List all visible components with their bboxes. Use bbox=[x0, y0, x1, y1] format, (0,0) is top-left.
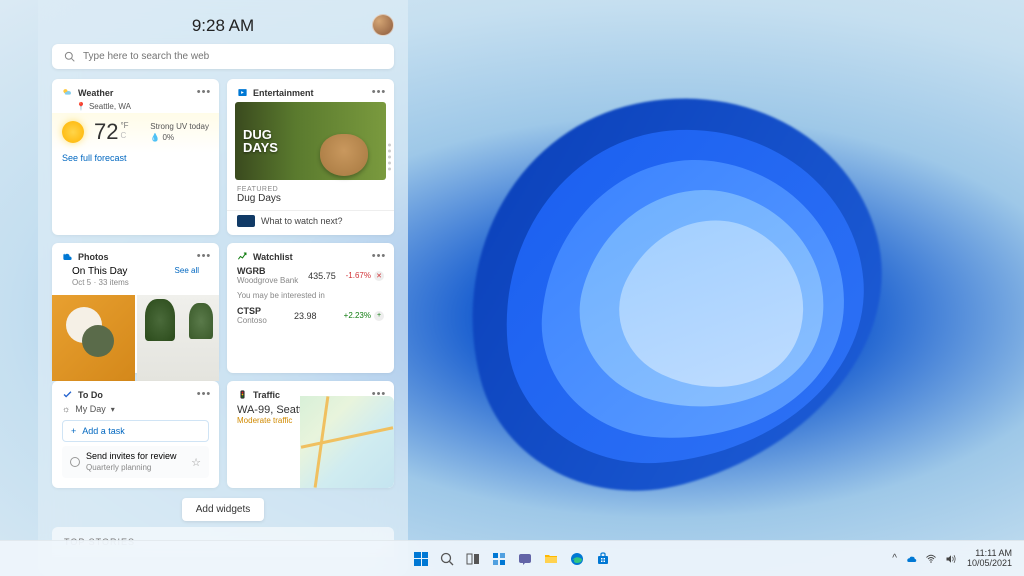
pin-icon: 📍 bbox=[76, 102, 86, 111]
carousel-dots[interactable] bbox=[388, 144, 391, 171]
todo-myday-selector[interactable]: ☼ My Day ▾ bbox=[62, 404, 209, 414]
panel-clock: 9:28 AM bbox=[52, 16, 394, 36]
traffic-icon bbox=[237, 389, 248, 400]
sun-icon bbox=[62, 121, 84, 143]
taskbar: ^ 11:11 AM 10/05/2021 bbox=[0, 540, 1024, 576]
file-explorer-icon[interactable] bbox=[541, 549, 561, 569]
sun-outline-icon: ☼ bbox=[62, 404, 70, 414]
taskbar-search-icon[interactable] bbox=[437, 549, 457, 569]
desktop-wallpaper bbox=[344, 60, 964, 540]
photos-widget[interactable]: ••• Photos On This Day Oct 5 · 33 items … bbox=[52, 243, 219, 373]
traffic-map-thumbnail[interactable] bbox=[300, 396, 394, 488]
widgets-taskbar-icon[interactable] bbox=[489, 549, 509, 569]
weather-temp: 72°FC bbox=[94, 119, 129, 145]
tray-overflow-icon[interactable]: ^ bbox=[892, 553, 897, 565]
edge-icon[interactable] bbox=[567, 549, 587, 569]
todo-checkbox[interactable] bbox=[70, 457, 80, 467]
watchlist-more-button[interactable]: ••• bbox=[370, 249, 388, 263]
watchlist-row-wgrb[interactable]: WGRBWoodgrove Bank 435.75 -1.67%✕ bbox=[237, 266, 384, 285]
wifi-tray-icon[interactable] bbox=[925, 553, 937, 565]
weather-precip: 💧 0% bbox=[150, 132, 209, 143]
photo-thumbnail-2[interactable] bbox=[137, 295, 220, 381]
store-icon[interactable] bbox=[593, 549, 613, 569]
watchlist-hint: You may be interested in bbox=[237, 291, 384, 300]
weather-condition: Strong UV today bbox=[150, 121, 209, 132]
entertainment-icon bbox=[237, 87, 248, 98]
entertainment-overlay-title: DUG DAYS bbox=[243, 128, 278, 154]
traffic-title: Traffic bbox=[253, 390, 280, 400]
todo-add-task[interactable]: + Add a task bbox=[62, 420, 209, 442]
disney-plus-icon bbox=[237, 215, 255, 227]
plus-icon: + bbox=[71, 426, 76, 436]
user-avatar[interactable] bbox=[372, 14, 394, 36]
watchlist-row-ctsp[interactable]: CTSPContoso 23.98 +2.23%+ bbox=[237, 306, 384, 325]
watchlist-title: Watchlist bbox=[253, 252, 293, 262]
droplet-icon: 💧 bbox=[150, 133, 160, 142]
entertainment-name: Dug Days bbox=[227, 193, 394, 210]
entertainment-widget[interactable]: ••• Entertainment DUG DAYS FEATURED Dug … bbox=[227, 79, 394, 235]
photos-title: Photos bbox=[78, 252, 109, 262]
todo-icon bbox=[62, 389, 73, 400]
system-clock[interactable]: 11:11 AM 10/05/2021 bbox=[967, 549, 1012, 569]
add-widgets-button[interactable]: Add widgets bbox=[182, 498, 264, 521]
search-input[interactable] bbox=[83, 51, 382, 62]
photos-date: Oct 5 bbox=[72, 278, 91, 287]
star-icon[interactable]: ☆ bbox=[191, 456, 201, 469]
weather-forecast-link[interactable]: See full forecast bbox=[62, 153, 209, 163]
weather-title: Weather bbox=[78, 88, 113, 98]
todo-task-item[interactable]: Send invites for review Quarterly planni… bbox=[62, 446, 209, 478]
watchlist-widget[interactable]: ••• Watchlist WGRBWoodgrove Bank 435.75 … bbox=[227, 243, 394, 373]
entertainment-thumbnail[interactable]: DUG DAYS bbox=[235, 102, 386, 180]
entertainment-title: Entertainment bbox=[253, 88, 314, 98]
todo-widget[interactable]: ••• To Do ☼ My Day ▾ + Add a task bbox=[52, 381, 219, 488]
entertainment-more-button[interactable]: ••• bbox=[370, 85, 388, 99]
watchlist-icon bbox=[237, 251, 248, 262]
onedrive-tray-icon[interactable] bbox=[905, 553, 917, 565]
todo-task-subtitle: Quarterly planning bbox=[86, 463, 185, 473]
dog-face-graphic bbox=[320, 134, 368, 176]
photos-see-all-link[interactable]: See all bbox=[175, 266, 199, 287]
chevron-down-icon: ▾ bbox=[111, 405, 115, 414]
photos-icon bbox=[62, 251, 73, 262]
task-view-icon[interactable] bbox=[463, 549, 483, 569]
weather-icon bbox=[62, 87, 73, 98]
photo-thumbnail-1[interactable] bbox=[52, 295, 135, 381]
todo-task-title: Send invites for review bbox=[86, 451, 185, 463]
add-icon[interactable]: + bbox=[374, 311, 384, 321]
entertainment-label: FEATURED bbox=[227, 180, 394, 193]
weather-location: 📍Seattle, WA bbox=[76, 102, 209, 111]
entertainment-footer-text[interactable]: What to watch next? bbox=[261, 216, 343, 226]
volume-tray-icon[interactable] bbox=[945, 553, 957, 565]
unpin-icon[interactable]: ✕ bbox=[374, 271, 384, 281]
todo-title: To Do bbox=[78, 390, 103, 400]
search-box[interactable] bbox=[52, 44, 394, 69]
traffic-widget[interactable]: ••• Traffic WA-99, Seattle Moderate traf… bbox=[227, 381, 394, 488]
widgets-panel: 9:28 AM ••• Weather 📍Seattle, WA 72°FC S… bbox=[38, 0, 408, 576]
photos-count: 33 items bbox=[99, 278, 129, 287]
photos-more-button[interactable]: ••• bbox=[195, 249, 213, 263]
weather-widget[interactable]: ••• Weather 📍Seattle, WA 72°FC Strong UV… bbox=[52, 79, 219, 235]
start-button[interactable] bbox=[411, 549, 431, 569]
weather-more-button[interactable]: ••• bbox=[195, 85, 213, 99]
search-icon bbox=[64, 51, 75, 62]
todo-more-button[interactable]: ••• bbox=[195, 387, 213, 401]
photos-heading: On This Day bbox=[72, 266, 129, 277]
chat-icon[interactable] bbox=[515, 549, 535, 569]
